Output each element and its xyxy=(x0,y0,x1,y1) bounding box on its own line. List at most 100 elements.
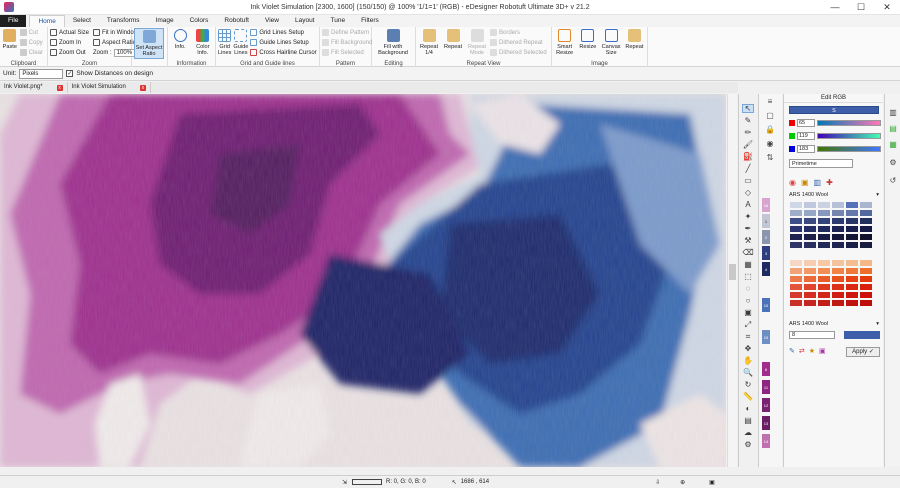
palette-dock-icon[interactable]: ▥ xyxy=(888,108,898,117)
info-button[interactable]: Info. xyxy=(170,28,191,59)
current-color-swatch[interactable]: S xyxy=(789,106,879,114)
paste-button[interactable]: Paste xyxy=(2,28,18,59)
minimize-button[interactable]: — xyxy=(822,0,848,15)
show-distances-checkbox[interactable]: ✓ xyxy=(66,70,74,77)
move-tool-icon[interactable]: ✥ xyxy=(742,344,754,353)
unit-select[interactable]: Pixels xyxy=(19,68,64,79)
color-index-11[interactable]: 11 xyxy=(762,380,770,394)
pointer-tool-icon[interactable]: ↖ xyxy=(742,104,754,113)
magic-wand-icon[interactable]: ✦ xyxy=(742,212,754,221)
palette-menu-icon[interactable]: ▾ xyxy=(876,191,879,200)
mask-tool-icon[interactable]: ▣ xyxy=(742,308,754,317)
history-dock-icon[interactable]: ↺ xyxy=(888,176,898,185)
fullscreen-icon[interactable]: ▣ xyxy=(709,479,715,486)
blue-slider[interactable] xyxy=(817,146,881,152)
borders-button[interactable]: Borders xyxy=(490,28,549,37)
grid-tool-icon[interactable]: ▦ xyxy=(742,260,754,269)
crop-tool-icon[interactable]: ⌗ xyxy=(742,332,754,341)
red-input[interactable]: 65 xyxy=(797,119,815,127)
visibility-icon[interactable]: ◉ xyxy=(765,140,775,148)
text-tool-icon[interactable]: A xyxy=(742,200,754,209)
color-index-6[interactable]: 6 xyxy=(762,362,770,376)
fill-with-background-button[interactable]: Fill with Background xyxy=(374,28,412,59)
eyedropper-tool-icon[interactable]: ✎ xyxy=(742,116,754,125)
color-index-1[interactable]: 1 xyxy=(762,214,770,228)
scroll-down-icon[interactable]: ⇩ xyxy=(655,479,660,486)
pen-tool-icon[interactable]: ✒ xyxy=(742,224,754,233)
tab-tune[interactable]: Tune xyxy=(323,15,354,27)
palette-menu-icon[interactable]: ▾ xyxy=(876,320,879,329)
fill-tool-icon[interactable]: ⛽ xyxy=(742,152,754,161)
eyedropper-icon[interactable]: ✎ xyxy=(789,347,795,355)
tab-view[interactable]: View xyxy=(257,15,287,27)
fill-background-button[interactable]: Fill Background xyxy=(322,38,374,47)
color-index-14[interactable]: 14 xyxy=(762,434,770,448)
palette-icon[interactable]: ▣ xyxy=(801,178,809,187)
guide-setup-button[interactable]: Guide Lines Setup xyxy=(250,38,318,47)
repeat-image-button[interactable]: Repeat xyxy=(624,28,645,59)
repeat-quarter-button[interactable]: Repeat 1/4 xyxy=(418,28,440,59)
tab-colors[interactable]: Colors xyxy=(182,15,217,27)
maximize-button[interactable]: ☐ xyxy=(848,0,874,15)
star-icon[interactable]: ★ xyxy=(809,347,815,355)
select-rect-icon[interactable]: ⬚ xyxy=(742,272,754,281)
apply-button[interactable]: Apply ✓ xyxy=(846,347,880,357)
doc-tab-ink-violet[interactable]: Ink Violet.png* x xyxy=(0,82,68,93)
pencil-tool-icon[interactable]: ✏ xyxy=(742,128,754,137)
smudge-tool-icon[interactable]: ☁ xyxy=(742,428,754,437)
repeat-view-button[interactable]: Repeat xyxy=(442,28,464,59)
hand-tool-icon[interactable]: ✋ xyxy=(742,356,754,365)
lock-icon[interactable]: 🔒 xyxy=(765,126,775,134)
scroll-thumb[interactable] xyxy=(729,264,736,280)
palette-swap-icon[interactable]: ⇄ xyxy=(799,347,805,355)
actual-size-button[interactable]: Actual Size xyxy=(50,28,91,37)
tab-layout[interactable]: Layout xyxy=(287,15,323,27)
tab-transforms[interactable]: Transforms xyxy=(99,15,148,27)
color-index-16[interactable]: 16 xyxy=(762,198,770,212)
transform-tool-icon[interactable]: ⤢ xyxy=(742,320,754,329)
pattern-dock-icon[interactable]: ▦ xyxy=(888,140,898,149)
color-wheel-icon[interactable]: ◉ xyxy=(789,178,796,187)
measure-tool-icon[interactable]: 📏 xyxy=(742,392,754,401)
tab-file[interactable]: File xyxy=(0,15,27,27)
define-pattern-button[interactable]: Define Pattern xyxy=(322,28,374,37)
stamp-tool-icon[interactable]: ⚒ xyxy=(742,236,754,245)
smart-resize-button[interactable]: Smart Resize xyxy=(554,28,575,59)
rectangle-tool-icon[interactable]: ▭ xyxy=(742,176,754,185)
brush-tool-icon[interactable]: 🖌 xyxy=(742,140,754,149)
close-tab-icon[interactable]: x xyxy=(139,84,146,91)
settings-dock-icon[interactable]: ⚙ xyxy=(888,158,898,167)
green-input[interactable]: 119 xyxy=(797,132,815,140)
ellipse-tool-icon[interactable]: ○ xyxy=(742,296,754,305)
dithered-selected-button[interactable]: Dithered Selected xyxy=(490,48,549,57)
copy-button[interactable]: Copy xyxy=(19,38,45,47)
cut-button[interactable]: Cut xyxy=(19,28,45,37)
guide-lines-button[interactable]: Guide Lines xyxy=(233,28,248,59)
tab-robotuft[interactable]: Robotuft xyxy=(216,15,257,27)
canvas-size-button[interactable]: Canvas Size xyxy=(601,28,622,59)
tab-home[interactable]: Home xyxy=(29,15,65,27)
lasso-tool-icon[interactable]: ◌ xyxy=(742,284,754,293)
color-index-3[interactable]: 3 xyxy=(762,246,770,260)
blue-input[interactable]: 183 xyxy=(797,145,815,153)
sliders-icon[interactable]: ▥ xyxy=(814,178,822,187)
dithered-repeat-button[interactable]: Dithered Repeat xyxy=(490,38,549,47)
color-index-2[interactable]: 2 xyxy=(762,230,770,244)
colorize-tool-icon[interactable]: ◐ xyxy=(742,404,754,413)
color-index-10[interactable]: 10 xyxy=(762,298,770,312)
grid-setup-button[interactable]: Grid Lines Setup xyxy=(250,28,318,37)
doc-tab-ink-violet-simulation[interactable]: Ink Violet Simulation x xyxy=(68,82,151,93)
close-button[interactable]: ✕ xyxy=(874,0,900,15)
palette-grid-orange[interactable] xyxy=(790,260,872,306)
line-tool-icon[interactable]: ╱ xyxy=(742,164,754,173)
gradient-tool-icon[interactable]: ▤ xyxy=(742,416,754,425)
zoom-out-button[interactable]: Zoom Out xyxy=(50,48,91,57)
eraser-tool-icon[interactable]: ⌫ xyxy=(742,248,754,257)
set-aspect-ratio-button[interactable]: Set Aspect Ratio xyxy=(134,28,164,59)
vertical-scrollbar[interactable] xyxy=(727,94,737,467)
grid-lines-button[interactable]: Grid Lines xyxy=(218,28,231,59)
tab-image[interactable]: Image xyxy=(148,15,182,27)
palette-count-field[interactable]: 8 xyxy=(789,331,835,339)
image-icon[interactable]: ▣ xyxy=(819,347,826,355)
tab-select[interactable]: Select xyxy=(65,15,99,27)
